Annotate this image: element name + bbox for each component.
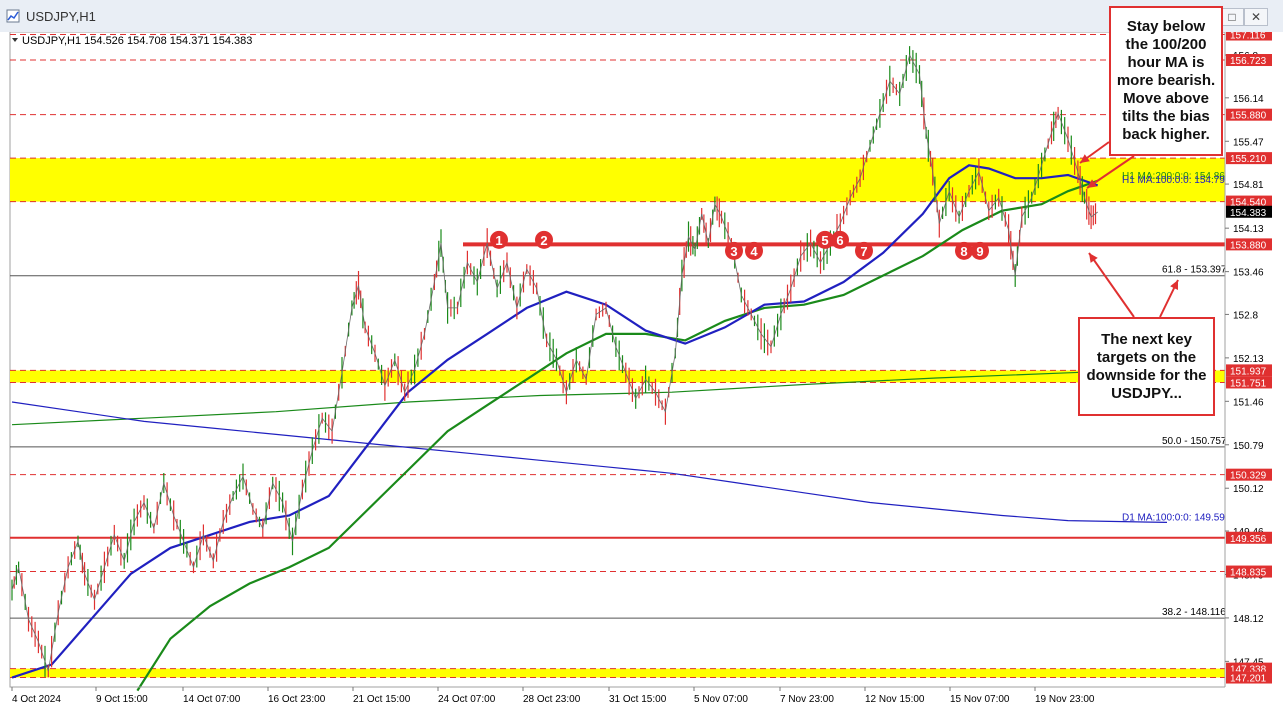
maximize-icon: □ <box>1228 10 1236 24</box>
price-label-7: 151.937 <box>1230 366 1267 377</box>
time-tick-label-1: 9 Oct 15:00 <box>96 694 148 705</box>
price-label-10: 149.356 <box>1230 534 1267 545</box>
price-label-5: 154.383 <box>1230 208 1267 219</box>
swing-marker-label: 4 <box>750 244 758 259</box>
fib-label-1: 50.0 - 150.757 <box>1162 436 1227 447</box>
fib-label-2: 38.2 - 148.116 <box>1162 607 1226 618</box>
price-label-8: 151.751 <box>1230 378 1267 389</box>
swing-marker-2: 2 <box>535 230 553 249</box>
time-tick-label-5: 24 Oct 07:00 <box>438 694 496 705</box>
callout-ma-bias: Stay below the 100/200 hour MA is more b… <box>1109 6 1223 156</box>
time-tick-label-9: 7 Nov 23:00 <box>780 694 834 705</box>
time-tick-label-4: 21 Oct 15:00 <box>353 694 411 705</box>
close-button[interactable]: ✕ <box>1244 8 1268 26</box>
swing-marker-1: 1 <box>490 230 508 249</box>
time-tick-label-6: 28 Oct 23:00 <box>523 694 581 705</box>
trading-chart-window: USDJPY,H1 – □ ✕ 61.8 - 153.397 50.0 - 150… <box>0 0 1283 718</box>
swing-marker-label: 5 <box>821 233 828 248</box>
ma-label-2: D1 MA:100:0:0: 149.593 <box>1122 512 1231 523</box>
time-tick-label-8: 5 Nov 07:00 <box>694 694 748 705</box>
price-label-3: 155.210 <box>1230 154 1267 165</box>
swing-marker-label: 9 <box>976 244 983 259</box>
price-label-0: 157.116 <box>1230 32 1266 42</box>
price-label-2: 155.880 <box>1230 111 1267 122</box>
swing-marker-4: 4 <box>745 241 763 260</box>
time-tick-label-10: 12 Nov 15:00 <box>865 694 925 705</box>
swing-marker-9: 9 <box>971 241 989 260</box>
price-tick-label-13: 148.12 <box>1233 614 1264 625</box>
time-tick-label-3: 16 Oct 23:00 <box>268 694 326 705</box>
price-label-1: 156.723 <box>1230 56 1267 67</box>
price-tick-label-5: 153.46 <box>1233 268 1264 279</box>
time-tick-label-11: 15 Nov 07:00 <box>950 694 1010 705</box>
price-tick-label-1: 156.14 <box>1233 94 1264 105</box>
price-label-9: 150.329 <box>1230 471 1267 482</box>
price-tick-label-4: 154.13 <box>1233 224 1264 235</box>
ma-label-1: H1 MA:100:0:0: 154.793 <box>1122 175 1231 186</box>
price-label-6: 153.880 <box>1230 240 1267 251</box>
close-icon: ✕ <box>1250 10 1262 24</box>
price-tick-label-8: 151.46 <box>1233 397 1264 408</box>
yellow-zone-0 <box>10 158 1225 202</box>
price-tick-label-3: 154.81 <box>1233 180 1264 191</box>
callout-downside-targets: The next key targets on the downside for… <box>1078 317 1215 416</box>
price-label-11: 148.835 <box>1230 568 1267 579</box>
swing-marker-3: 3 <box>725 241 743 260</box>
swing-marker-label: 3 <box>730 244 737 259</box>
swing-marker-label: 1 <box>495 233 502 248</box>
swing-marker-8: 8 <box>955 241 973 260</box>
window-titlebar: USDJPY,H1 – □ ✕ <box>0 0 1283 33</box>
time-tick-label-0: 4 Oct 2024 <box>12 694 61 705</box>
yellow-zone-1 <box>10 370 1225 383</box>
price-tick-label-6: 152.8 <box>1233 310 1258 321</box>
swing-marker-6: 6 <box>831 230 849 249</box>
swing-marker-label: 7 <box>860 244 867 259</box>
chart-info-line: USDJPY,H1 154.526 154.708 154.371 154.38… <box>22 35 252 47</box>
swing-marker-label: 8 <box>960 244 967 259</box>
window-title: USDJPY,H1 <box>26 9 96 24</box>
price-tick-label-7: 152.13 <box>1233 354 1264 365</box>
fib-label-0: 61.8 - 153.397 <box>1162 265 1227 276</box>
price-tick-label-10: 150.12 <box>1233 484 1264 495</box>
time-tick-label-7: 31 Oct 15:00 <box>609 694 667 705</box>
chart-app-icon <box>6 9 20 23</box>
swing-marker-label: 6 <box>836 233 843 248</box>
swing-marker-label: 2 <box>540 233 547 248</box>
time-tick-label-12: 19 Nov 23:00 <box>1035 694 1095 705</box>
maximize-button[interactable]: □ <box>1220 8 1244 26</box>
time-tick-label-2: 14 Oct 07:00 <box>183 694 241 705</box>
swing-marker-7: 7 <box>855 241 873 260</box>
yellow-zone-2 <box>10 668 1225 678</box>
price-tick-label-9: 150.79 <box>1233 441 1264 452</box>
price-tick-label-2: 155.47 <box>1233 137 1264 148</box>
price-label-13: 147.201 <box>1230 674 1267 685</box>
